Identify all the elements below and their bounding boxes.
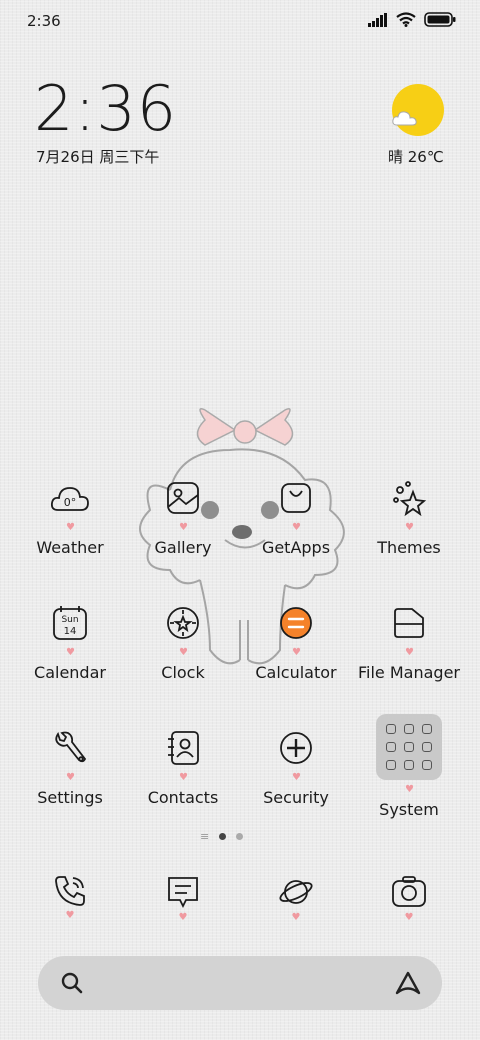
dock-message[interactable]: ♥ — [153, 874, 213, 923]
dock-planet[interactable]: ♥ — [266, 874, 326, 923]
signal-icon — [368, 12, 387, 27]
clock-widget-date: 7月26日 周三下午 — [36, 148, 160, 166]
svg-text:14: 14 — [64, 626, 77, 637]
heart-icon: ♥ — [178, 912, 188, 923]
svg-text:Sun: Sun — [61, 615, 78, 625]
app-clock[interactable]: ♥ Clock — [127, 603, 239, 682]
battery-icon — [424, 12, 456, 27]
heart-icon: ♥ — [66, 647, 75, 658]
weather-widget-text: 晴 26℃ — [388, 148, 444, 166]
heart-icon: ♥ — [66, 772, 75, 783]
assistant-icon[interactable] — [394, 970, 422, 996]
app-label: Calculator — [255, 663, 337, 682]
contacts-icon — [163, 728, 203, 768]
clock-widget-time[interactable]: 2:36 — [34, 72, 177, 145]
plus-circle-icon — [276, 728, 316, 768]
heart-icon: ♥ — [405, 784, 414, 795]
page-dot — [236, 833, 244, 840]
app-file-manager[interactable]: ♥ File Manager — [353, 603, 465, 682]
image-icon — [163, 478, 203, 518]
app-contacts[interactable]: ♥ Contacts — [127, 728, 239, 807]
heart-icon: ♥ — [66, 522, 75, 533]
heart-icon: ♥ — [292, 522, 301, 533]
app-label: Gallery — [154, 538, 212, 557]
heart-icon: ♥ — [405, 522, 414, 533]
stars-icon — [389, 478, 429, 518]
app-label: Clock — [161, 663, 205, 682]
heart-icon: ♥ — [292, 772, 301, 783]
app-weather[interactable]: 0° ♥ Weather — [14, 478, 126, 557]
status-icons — [368, 12, 456, 27]
bag-icon — [276, 478, 316, 518]
app-security[interactable]: ♥ Security — [240, 728, 352, 807]
app-gallery[interactable]: ♥ Gallery — [127, 478, 239, 557]
page-indicator[interactable]: ≡ — [200, 830, 244, 843]
app-calculator[interactable]: ♥ Calculator — [240, 603, 352, 682]
status-bar: 2:36 — [0, 0, 480, 40]
svg-text:0°: 0° — [64, 496, 77, 509]
status-time: 2:36 — [27, 12, 61, 30]
cloud-icon — [392, 111, 417, 126]
app-label: Weather — [36, 538, 104, 557]
heart-icon: ♥ — [291, 912, 301, 923]
app-settings[interactable]: ♥ Settings — [14, 728, 126, 807]
dock-phone[interactable]: ♥ — [40, 874, 100, 921]
cloud-icon: 0° — [50, 478, 90, 518]
app-themes[interactable]: ♥ Themes — [353, 478, 465, 557]
calendar-icon: Sun 14 — [50, 603, 90, 643]
wifi-icon — [396, 12, 416, 27]
folder-icon — [389, 603, 429, 643]
app-calendar[interactable]: Sun 14 ♥ Calendar — [14, 603, 126, 682]
wrench-icon — [50, 728, 90, 768]
app-label: Themes — [377, 538, 441, 557]
heart-icon: ♥ — [292, 647, 301, 658]
heart-icon: ♥ — [404, 912, 414, 923]
app-label: File Manager — [358, 663, 460, 682]
dock-camera[interactable]: ♥ — [379, 874, 439, 923]
heart-icon: ♥ — [179, 772, 188, 783]
page-list-icon: ≡ — [200, 830, 210, 843]
planet-icon — [266, 874, 326, 910]
heart-icon: ♥ — [179, 522, 188, 533]
page-dot-active — [219, 833, 227, 840]
app-system[interactable]: ♥ System — [353, 714, 465, 819]
sun-icon[interactable] — [392, 84, 444, 136]
app-label: Settings — [37, 788, 103, 807]
search-bar[interactable] — [38, 956, 442, 1010]
camera-icon — [379, 874, 439, 910]
message-icon — [153, 874, 213, 910]
heart-icon: ♥ — [405, 647, 414, 658]
heart-icon: ♥ — [65, 910, 75, 921]
heart-icon: ♥ — [179, 647, 188, 658]
app-label: Contacts — [147, 788, 219, 807]
folder-grid-icon — [376, 714, 442, 780]
search-icon — [61, 972, 83, 994]
calculator-icon — [276, 603, 316, 643]
app-label: Security — [263, 788, 329, 807]
phone-icon — [40, 874, 100, 908]
app-getapps[interactable]: ♥ GetApps — [240, 478, 352, 557]
app-label: Calendar — [34, 663, 106, 682]
app-label: System — [379, 800, 439, 819]
app-label: GetApps — [261, 538, 331, 557]
clock-icon — [163, 603, 203, 643]
